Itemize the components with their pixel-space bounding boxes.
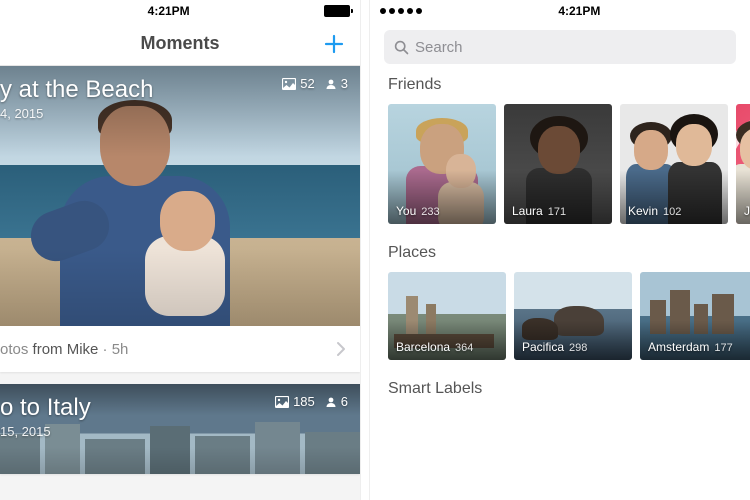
place-name: Amsterdam	[648, 340, 709, 354]
people-count: 6	[341, 394, 348, 409]
moment-hero[interactable]: o to Italy 15, 2015 185 6	[0, 384, 360, 474]
moment-title: y at the Beach	[0, 76, 153, 104]
places-row[interactable]: Barcelona 364 Pacifica 298 Amsterdam 177	[370, 272, 750, 378]
place-name: Barcelona	[396, 340, 450, 354]
chevron-right-icon	[336, 341, 346, 357]
friend-tile[interactable]: You 233	[388, 104, 496, 224]
battery-icon	[324, 5, 350, 17]
people-icon	[325, 396, 337, 408]
photo-count: 52	[300, 76, 314, 91]
photos-icon	[282, 78, 296, 90]
friend-tile[interactable]: Kevin 102	[620, 104, 728, 224]
moment-stats: 185 6	[275, 394, 348, 409]
signal-icon	[380, 8, 422, 14]
search-screen: 4:21PM Search Friends You 233 Laura 171	[370, 0, 750, 500]
search-input[interactable]: Search	[384, 30, 736, 64]
status-time: 4:21PM	[148, 4, 190, 18]
moment-card[interactable]: y at the Beach 4, 2015 52 3	[0, 66, 360, 372]
friend-count: 171	[548, 206, 566, 218]
status-time: 4:21PM	[558, 4, 600, 18]
add-button[interactable]	[322, 32, 346, 56]
moment-date: 15, 2015	[0, 424, 91, 439]
place-count: 298	[569, 342, 587, 354]
moment-hero[interactable]: y at the Beach 4, 2015 52 3	[0, 66, 360, 326]
section-title-places: Places	[370, 242, 750, 272]
moment-meta[interactable]: otos from Mike · 5h	[0, 326, 360, 372]
place-tile[interactable]: Pacifica 298	[514, 272, 632, 360]
place-name: Pacifica	[522, 340, 564, 354]
meta-time: 5h	[112, 341, 129, 358]
friend-name: Je	[744, 204, 750, 218]
place-count: 177	[714, 342, 732, 354]
people-count: 3	[341, 76, 348, 91]
friend-count: 233	[421, 206, 439, 218]
friend-tile[interactable]: Je	[736, 104, 750, 224]
people-icon	[325, 78, 337, 90]
friend-tile[interactable]: Laura 171	[504, 104, 612, 224]
meta-author: Mike	[67, 341, 99, 358]
status-bar: 4:21PM	[0, 0, 360, 22]
moment-stats: 52 3	[282, 76, 348, 91]
moment-card[interactable]: o to Italy 15, 2015 185 6	[0, 384, 360, 474]
photo-count: 185	[293, 394, 315, 409]
moment-title: o to Italy	[0, 394, 91, 422]
friend-name: Kevin	[628, 204, 658, 218]
moments-feed[interactable]: y at the Beach 4, 2015 52 3	[0, 66, 360, 500]
search-icon	[394, 40, 409, 55]
photos-icon	[275, 396, 289, 408]
place-count: 364	[455, 342, 473, 354]
nav-bar: Moments	[0, 22, 360, 66]
page-title: Moments	[140, 33, 219, 54]
place-tile[interactable]: Barcelona 364	[388, 272, 506, 360]
place-tile[interactable]: Amsterdam 177	[640, 272, 750, 360]
friends-row[interactable]: You 233 Laura 171 Kevin 102 Je	[370, 104, 750, 242]
friend-name: You	[396, 204, 416, 218]
section-title-friends: Friends	[370, 74, 750, 104]
search-placeholder: Search	[415, 39, 463, 56]
section-title-smart: Smart Labels	[370, 378, 750, 408]
friend-count: 102	[663, 206, 681, 218]
moments-screen: 4:21PM Moments	[0, 0, 360, 500]
friend-name: Laura	[512, 204, 543, 218]
plus-icon	[322, 32, 346, 56]
moment-date: 4, 2015	[0, 106, 153, 121]
status-bar: 4:21PM	[370, 0, 750, 22]
